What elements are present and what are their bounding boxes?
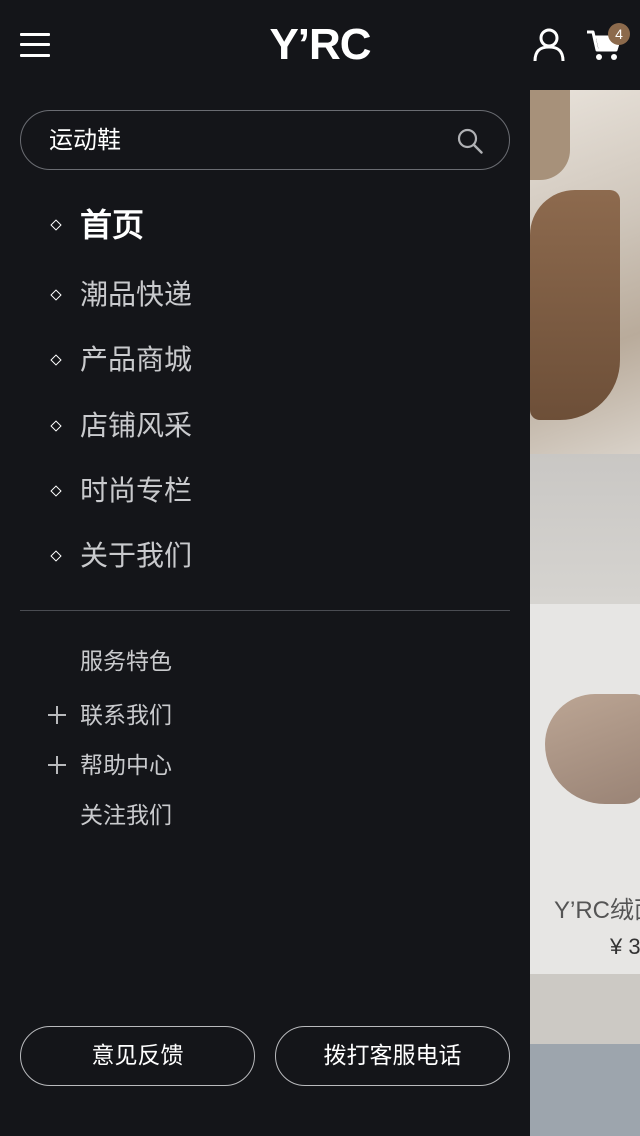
banner-photo: [530, 90, 640, 454]
nav-item-label: 首页: [80, 206, 145, 244]
banner-photo-leg: [530, 190, 620, 420]
diamond-bullet-icon: [50, 420, 62, 432]
search-input-value[interactable]: 运动鞋: [49, 111, 121, 169]
sub-item-follow-us[interactable]: 关注我们: [0, 794, 530, 838]
feedback-button[interactable]: 意见反馈: [20, 1026, 255, 1086]
side-drawer: 运动鞋 首页 潮品快递 产品商城 店铺风采 时尚专栏 关于我们 服务特色 联系我…: [0, 90, 530, 1136]
nav-item-label: 店铺风采: [80, 409, 193, 442]
search-input[interactable]: 运动鞋: [20, 110, 510, 170]
brand-logo[interactable]: Y’RC: [250, 18, 390, 72]
top-bar: Y’RC 4: [0, 0, 640, 90]
nav-item-label: 关于我们: [80, 539, 193, 572]
diamond-bullet-icon: [50, 550, 62, 562]
product-price: ¥ 3: [610, 934, 640, 959]
user-icon[interactable]: [532, 28, 566, 62]
next-card: [530, 974, 640, 1044]
nav-item-label: 产品商城: [80, 343, 193, 376]
product-card[interactable]: Y’RC绒面 ¥ 3: [530, 604, 640, 974]
search-icon[interactable]: [457, 128, 483, 154]
banner-photo-hair: [530, 90, 570, 180]
nav-item-product-mall[interactable]: 产品商城: [0, 330, 530, 390]
sub-item-help-center[interactable]: 帮助中心: [0, 744, 530, 788]
sub-item-service-features[interactable]: 服务特色: [0, 640, 530, 684]
nav-item-trend-express[interactable]: 潮品快递: [0, 265, 530, 325]
plus-icon[interactable]: [48, 706, 66, 724]
sub-item-contact-us[interactable]: 联系我们: [0, 694, 530, 738]
nav-item-fashion-column[interactable]: 时尚专栏: [0, 461, 530, 521]
banner-photo-lower: [530, 454, 640, 604]
diamond-bullet-icon: [50, 219, 62, 231]
background-page: Y’RC绒面 ¥ 3: [530, 90, 640, 1136]
hamburger-icon[interactable]: [20, 30, 50, 60]
call-service-button[interactable]: 拨打客服电话: [275, 1026, 510, 1086]
sub-item-label: 服务特色: [80, 649, 172, 675]
nav-item-label: 时尚专栏: [80, 474, 193, 507]
diamond-bullet-icon: [50, 289, 62, 301]
nav-item-store-showcase[interactable]: 店铺风采: [0, 396, 530, 456]
divider: [20, 610, 510, 611]
product-name: Y’RC绒面: [554, 897, 640, 924]
nav-item-home[interactable]: 首页: [0, 195, 530, 255]
diamond-bullet-icon: [50, 354, 62, 366]
next-card-image: [530, 1044, 640, 1136]
nav-item-about-us[interactable]: 关于我们: [0, 526, 530, 586]
plus-icon[interactable]: [48, 756, 66, 774]
diamond-bullet-icon: [50, 485, 62, 497]
sub-item-label: 联系我们: [80, 703, 172, 729]
sub-item-label: 关注我们: [80, 803, 172, 829]
nav-item-label: 潮品快递: [80, 278, 193, 311]
product-image: [545, 694, 640, 804]
sub-item-label: 帮助中心: [80, 753, 172, 779]
cart-count-badge: 4: [608, 23, 630, 45]
